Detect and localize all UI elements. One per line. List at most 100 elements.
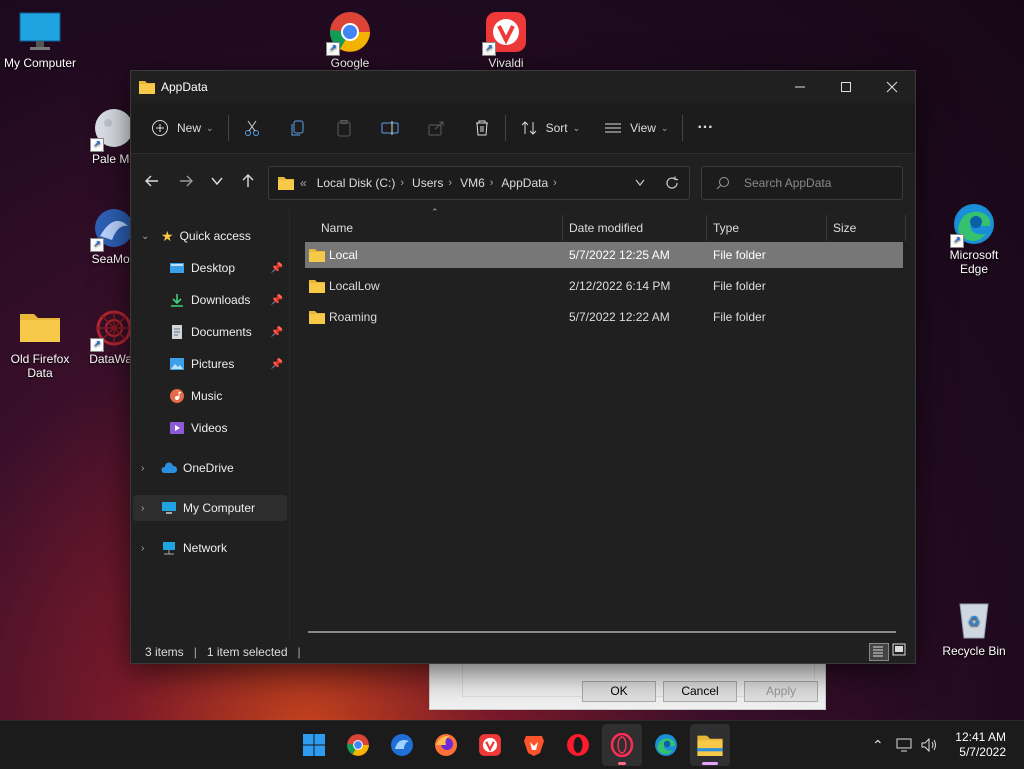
taskbar-firefox[interactable]: [432, 731, 460, 759]
folder-icon: [18, 306, 62, 350]
folder-icon: [697, 735, 723, 756]
chevron-right-icon[interactable]: ›: [400, 177, 404, 189]
up-button[interactable]: [231, 166, 265, 196]
trash-icon: [475, 120, 488, 136]
breadcrumb-local-disk[interactable]: Local Disk (C:): [317, 176, 396, 190]
copy-button[interactable]: [281, 111, 315, 145]
maximize-button[interactable]: [823, 71, 869, 103]
desktop-icon-microsoft-edge[interactable]: ↗ Microsoft Edge: [934, 202, 1014, 276]
desktop-icon-vivaldi[interactable]: ↗ Vivaldi: [466, 10, 546, 70]
large-icons-view-button[interactable]: [891, 643, 909, 659]
nav-item-documents[interactable]: Documents 📌: [133, 319, 287, 345]
shortcut-arrow-icon: ↗: [90, 138, 104, 152]
cut-button[interactable]: [235, 111, 269, 145]
chevron-right-icon[interactable]: ›: [141, 463, 144, 474]
column-separator[interactable]: [826, 215, 827, 241]
more-options-button[interactable]: ···: [689, 111, 721, 145]
chevron-right-icon[interactable]: ›: [141, 503, 144, 514]
table-row[interactable]: Roaming 5/7/2022 12:22 AM File folder: [305, 304, 903, 330]
rename-button[interactable]: [373, 111, 407, 145]
nav-item-music[interactable]: Music: [133, 383, 287, 409]
apply-button[interactable]: Apply: [744, 681, 818, 702]
taskbar-brave[interactable]: [520, 731, 548, 759]
nav-item-desktop[interactable]: Desktop 📌: [133, 255, 287, 281]
recent-locations-button[interactable]: [203, 166, 231, 196]
nav-item-downloads[interactable]: Downloads 📌: [133, 287, 287, 313]
column-separator[interactable]: [706, 215, 707, 241]
share-button[interactable]: [419, 111, 453, 145]
column-header-type[interactable]: Type: [713, 215, 823, 241]
nav-item-videos[interactable]: Videos: [133, 415, 287, 441]
taskbar-edge[interactable]: [652, 731, 680, 759]
ok-button[interactable]: OK: [582, 681, 656, 702]
chevron-down-icon[interactable]: ⌄: [141, 231, 149, 242]
nav-quick-access[interactable]: ⌄ ★ Quick access: [133, 223, 287, 249]
chevron-right-icon[interactable]: ›: [553, 177, 557, 189]
close-button[interactable]: [869, 71, 915, 103]
refresh-icon[interactable]: [665, 176, 679, 190]
horizontal-scrollbar[interactable]: [308, 631, 896, 633]
sort-button[interactable]: Sort ⌄: [512, 111, 589, 145]
chevron-down-icon[interactable]: [635, 179, 645, 187]
breadcrumb-vm6[interactable]: VM6: [460, 176, 485, 190]
delete-button[interactable]: [465, 111, 499, 145]
taskbar-waterfox[interactable]: [388, 731, 416, 759]
pin-icon[interactable]: 📌: [271, 295, 283, 306]
taskbar-chrome[interactable]: [344, 731, 372, 759]
close-icon: [886, 81, 898, 93]
desktop-icon-my-computer[interactable]: My Computer: [0, 10, 80, 70]
nav-my-computer[interactable]: › My Computer: [133, 495, 287, 521]
maximize-icon: [841, 82, 851, 92]
chevron-up-icon[interactable]: ⌃: [872, 737, 884, 754]
desktop-icon-google-chrome[interactable]: ↗ Google: [310, 10, 390, 70]
desktop-icon-old-firefox-data[interactable]: Old Firefox Data: [0, 306, 80, 380]
view-button[interactable]: View ⌄: [596, 111, 676, 145]
chevron-right-icon[interactable]: ›: [490, 177, 494, 189]
search-box[interactable]: [701, 166, 903, 200]
details-view-button[interactable]: [869, 643, 889, 661]
pin-icon[interactable]: 📌: [271, 359, 283, 370]
status-divider: |: [297, 645, 301, 659]
minimize-button[interactable]: [777, 71, 823, 103]
cancel-button[interactable]: Cancel: [663, 681, 737, 702]
column-header-date-modified[interactable]: Date modified: [569, 215, 699, 241]
nav-item-pictures[interactable]: Pictures 📌: [133, 351, 287, 377]
pin-icon[interactable]: 📌: [271, 327, 283, 338]
taskbar-opera-gx[interactable]: [608, 731, 636, 759]
plus-circle-icon: [152, 120, 168, 136]
table-row[interactable]: Local 5/7/2022 12:25 AM File folder: [305, 242, 903, 268]
pin-icon[interactable]: 📌: [271, 263, 283, 274]
column-header-size[interactable]: Size: [833, 215, 893, 241]
monitor-icon: [18, 10, 62, 54]
breadcrumb-overflow[interactable]: «: [300, 176, 307, 190]
taskbar-clock[interactable]: 12:41 AM 5/7/2022: [955, 730, 1006, 760]
nav-onedrive[interactable]: › OneDrive: [133, 455, 287, 481]
breadcrumb-appdata[interactable]: AppData: [501, 176, 548, 190]
new-button[interactable]: New ⌄: [143, 111, 222, 145]
taskbar-opera[interactable]: [564, 731, 592, 759]
sort-icon: [521, 121, 536, 135]
search-input[interactable]: [742, 175, 896, 191]
firefox-icon: [435, 734, 457, 756]
start-button[interactable]: [300, 731, 328, 759]
volume-icon[interactable]: [920, 737, 938, 753]
desktop-icon-recycle-bin[interactable]: ♻ Recycle Bin: [934, 598, 1014, 658]
network-status-icon[interactable]: [896, 737, 914, 753]
taskbar: ⌃ 12:41 AM 5/7/2022: [0, 720, 1024, 769]
clock-time: 12:41 AM: [955, 730, 1006, 744]
taskbar-file-explorer[interactable]: [696, 731, 724, 759]
forward-button[interactable]: [169, 166, 203, 196]
paste-button[interactable]: [327, 111, 361, 145]
taskbar-vivaldi[interactable]: [476, 731, 504, 759]
pane-divider[interactable]: [289, 209, 290, 641]
back-button[interactable]: [135, 166, 169, 196]
column-header-name[interactable]: Name: [321, 215, 561, 241]
chevron-right-icon[interactable]: ›: [141, 543, 144, 554]
column-separator[interactable]: [562, 215, 563, 241]
nav-network[interactable]: › Network: [133, 535, 287, 561]
column-separator[interactable]: [905, 215, 906, 241]
table-row[interactable]: LocalLow 2/12/2022 6:14 PM File folder: [305, 273, 903, 299]
chevron-right-icon[interactable]: ›: [448, 177, 452, 189]
breadcrumb-users[interactable]: Users: [412, 176, 443, 190]
address-bar[interactable]: « Local Disk (C:) › Users › VM6 › AppDat…: [268, 166, 690, 200]
